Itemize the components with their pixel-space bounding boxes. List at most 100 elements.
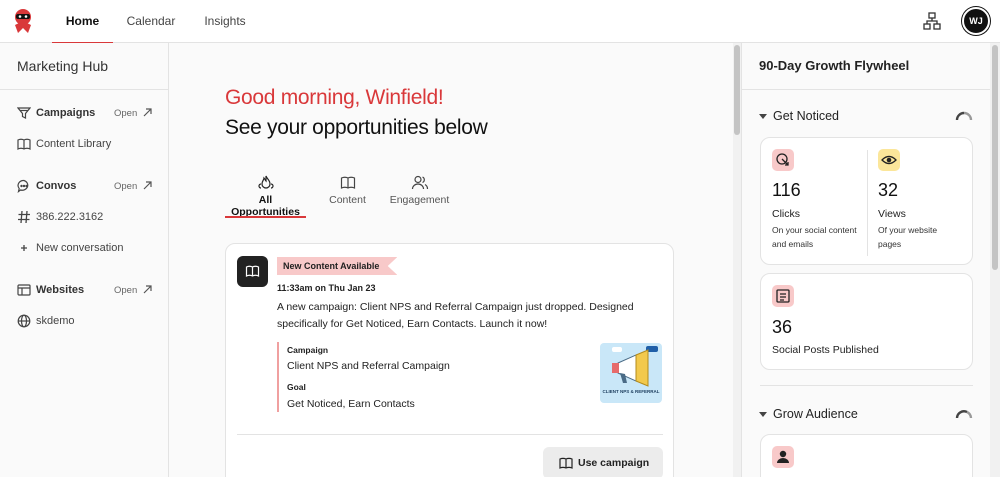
campaigns-open-link[interactable]: Open	[114, 108, 137, 119]
section-divider	[760, 385, 973, 386]
funnel-icon	[17, 107, 31, 119]
document-icon	[776, 289, 790, 303]
metric-icon-bg	[772, 446, 794, 468]
main-content: Good morning, Winfield! See your opportu…	[169, 43, 741, 477]
views-value: 32	[878, 180, 899, 200]
chat-bubble-icon	[17, 179, 29, 193]
sidebar-item-skdemo[interactable]: skdemo	[17, 313, 157, 331]
tab-calendar[interactable]: Calendar	[120, 0, 182, 43]
posts-label: Social Posts Published	[772, 344, 879, 356]
thumbnail-caption: CLIENT NPS & REFERRAL	[602, 389, 660, 394]
metric-divider	[867, 150, 868, 256]
flywheel-panel: 90-Day Growth Flywheel Get Noticed 116 C…	[741, 43, 1000, 477]
tab-label: Content	[329, 194, 366, 206]
clicks-views-card: 116 Clicks On your social content and em…	[760, 137, 973, 265]
sidebar: Marketing Hub Campaigns Open Content Lib…	[0, 43, 169, 477]
browser-window-icon	[17, 284, 31, 296]
card-description: A new campaign: Client NPS and Referral …	[277, 301, 634, 330]
sidebar-title: Marketing Hub	[17, 58, 109, 74]
external-arrow-icon[interactable]	[143, 181, 152, 190]
views-subtext: Of your website pages	[878, 225, 938, 249]
globe-icon	[17, 314, 31, 328]
sidebar-item-websites[interactable]: Websites Open	[17, 282, 157, 300]
external-arrow-icon[interactable]	[143, 285, 152, 294]
megaphone-icon	[612, 346, 658, 387]
tab-home[interactable]: Home	[52, 0, 113, 44]
ninja-logo-icon[interactable]	[10, 8, 36, 34]
book-icon	[17, 138, 31, 150]
goal-label: Goal	[287, 382, 306, 392]
cursor-click-icon	[776, 153, 789, 166]
external-arrow-icon[interactable]	[143, 108, 152, 117]
page-subheading: See your opportunities below	[225, 116, 488, 139]
sidebar-item-label: Content Library	[36, 138, 112, 150]
section-title: Grow Audience	[773, 407, 858, 421]
tab-content[interactable]: Content	[327, 175, 368, 215]
panel-scrollbar[interactable]	[990, 43, 1000, 477]
sidebar-item-content-library[interactable]: Content Library	[17, 136, 157, 154]
sidebar-divider	[0, 89, 168, 90]
panel-divider	[742, 89, 1000, 90]
sidebar-item-label: Convos	[36, 180, 77, 192]
metric-icon-bg	[772, 285, 794, 307]
metric-icon-bg	[878, 149, 900, 171]
clicks-value: 116	[772, 180, 801, 200]
sidebar-item-label: 386.222.3162	[36, 211, 104, 223]
caret-down-icon[interactable]	[759, 412, 767, 417]
section-title: Get Noticed	[773, 109, 840, 123]
campaign-thumbnail[interactable]: CLIENT NPS & REFERRAL	[600, 343, 662, 403]
sidebar-item-label: Websites	[36, 284, 85, 296]
main-scrollbar[interactable]	[733, 43, 741, 477]
sidebar-item-label: skdemo	[36, 315, 75, 327]
goal-value: Get Noticed, Earn Contacts	[287, 398, 415, 410]
top-bar: Home Calendar Insights WJ	[0, 0, 1000, 44]
greeting-heading: Good morning, Winfield!	[225, 86, 444, 109]
opportunity-card: New Content Available 11:33am on Thu Jan…	[225, 243, 674, 477]
card-type-badge	[237, 256, 268, 287]
button-label: Use campaign	[578, 457, 650, 469]
sidebar-item-phone[interactable]: 386.222.3162	[17, 209, 157, 227]
gauge-icon	[955, 111, 973, 121]
card-timestamp: 11:33am on Thu Jan 23	[277, 283, 376, 293]
posts-value: 36	[772, 317, 793, 337]
tab-all-opportunities[interactable]: All Opportunities	[225, 175, 306, 218]
audience-card	[760, 434, 973, 477]
gauge-icon	[955, 410, 973, 419]
tab-label: All Opportunities	[231, 194, 300, 218]
tab-insights[interactable]: Insights	[195, 0, 255, 43]
user-icon	[777, 450, 789, 463]
websites-open-link[interactable]: Open	[114, 285, 137, 296]
status-badge: New Content Available	[277, 257, 398, 275]
tab-label: Engagement	[389, 194, 450, 206]
scrollbar-thumb[interactable]	[992, 45, 998, 270]
plus-icon	[21, 245, 27, 251]
views-label: Views	[878, 208, 906, 220]
sidebar-item-campaigns[interactable]: Campaigns Open	[17, 105, 157, 123]
sidebar-item-new-conversation[interactable]: New conversation	[17, 240, 157, 258]
tab-engagement[interactable]: Engagement	[388, 175, 451, 215]
sidebar-item-convos[interactable]: Convos Open	[17, 178, 157, 196]
sidebar-item-label: Campaigns	[36, 107, 96, 119]
scrollbar-thumb[interactable]	[734, 45, 740, 135]
card-accent-bar	[277, 342, 279, 412]
network-icon[interactable]	[922, 11, 942, 31]
posts-card: 36 Social Posts Published	[760, 273, 973, 370]
campaign-value: Client NPS and Referral Campaign	[287, 360, 450, 372]
book-icon	[245, 265, 260, 277]
clicks-label: Clicks	[772, 208, 800, 220]
users-icon	[411, 175, 428, 190]
caret-down-icon[interactable]	[759, 114, 767, 119]
convos-open-link[interactable]: Open	[114, 181, 137, 192]
metric-icon-bg	[772, 149, 794, 171]
book-icon	[559, 457, 573, 469]
use-campaign-button[interactable]: Use campaign	[543, 447, 663, 477]
campaign-label: Campaign	[287, 345, 329, 355]
card-divider	[237, 434, 663, 435]
eye-icon	[881, 155, 897, 165]
sidebar-item-label: New conversation	[36, 242, 124, 254]
avatar[interactable]: WJ	[962, 7, 990, 35]
panel-title: 90-Day Growth Flywheel	[759, 58, 910, 73]
clicks-subtext: On your social content and emails	[772, 225, 857, 249]
book-icon	[340, 176, 355, 189]
hash-icon	[18, 210, 30, 224]
